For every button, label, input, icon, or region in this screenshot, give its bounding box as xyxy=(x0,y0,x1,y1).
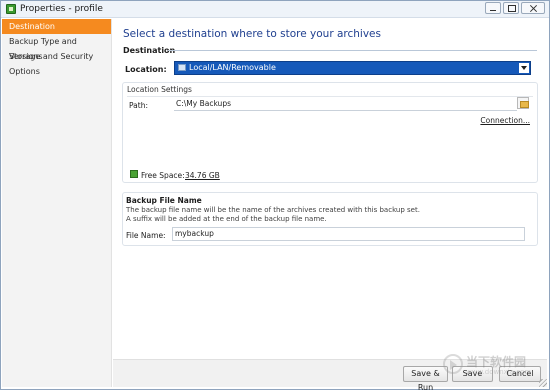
file-name-label: File Name: xyxy=(126,231,166,240)
drive-icon xyxy=(178,64,186,71)
browse-folder-icon[interactable] xyxy=(517,97,529,109)
maximize-icon[interactable] xyxy=(503,2,519,14)
title-bar[interactable]: Properties - profile xyxy=(1,1,549,18)
path-label: Path: xyxy=(129,101,149,110)
free-space-label: Free Space: xyxy=(141,171,185,180)
location-settings-title: Location Settings xyxy=(127,85,192,94)
app-icon xyxy=(6,4,16,14)
sidebar-item-storage-security[interactable]: Storage and Security xyxy=(2,49,111,64)
main-panel: Select a destination where to store your… xyxy=(113,19,547,369)
sidebar-item-destination[interactable]: Destination xyxy=(2,19,111,34)
backup-file-name-title: Backup File Name xyxy=(126,196,202,205)
close-icon[interactable] xyxy=(521,2,545,14)
connection-link[interactable]: Connection... xyxy=(480,116,530,125)
watermark-url: www.downxia.com xyxy=(466,368,532,376)
free-space-value: 34.76 GB xyxy=(185,171,220,180)
resize-grip-icon[interactable] xyxy=(539,379,547,387)
chevron-down-icon[interactable] xyxy=(519,63,529,73)
file-name-input[interactable]: mybackup xyxy=(172,227,525,241)
sidebar-nav: Destination Backup Type and Versions Sto… xyxy=(2,19,112,387)
window-controls xyxy=(485,2,545,14)
backup-file-desc-2: A suffix will be added at the end of the… xyxy=(126,215,327,223)
sidebar-item-backup-type[interactable]: Backup Type and Versions xyxy=(2,34,111,61)
watermark-logo: 当下软件园 www.downxia.com xyxy=(441,351,541,381)
play-icon xyxy=(443,354,463,374)
free-space-swatch xyxy=(130,170,138,178)
location-label: Location: xyxy=(125,65,167,74)
backup-file-desc-1: The backup file name will be the name of… xyxy=(126,206,420,214)
page-title: Select a destination where to store your… xyxy=(123,28,381,40)
destination-divider xyxy=(168,50,537,51)
path-input[interactable]: C:\My Backups xyxy=(174,97,517,111)
window-title: Properties - profile xyxy=(20,4,103,14)
properties-window: Properties - profile Destination Backup … xyxy=(0,0,550,390)
minimize-icon[interactable] xyxy=(485,2,501,14)
sidebar-item-options[interactable]: Options xyxy=(2,64,111,79)
location-value: Local/LAN/Removable xyxy=(189,63,276,72)
location-select[interactable]: Local/LAN/Removable xyxy=(174,61,531,75)
